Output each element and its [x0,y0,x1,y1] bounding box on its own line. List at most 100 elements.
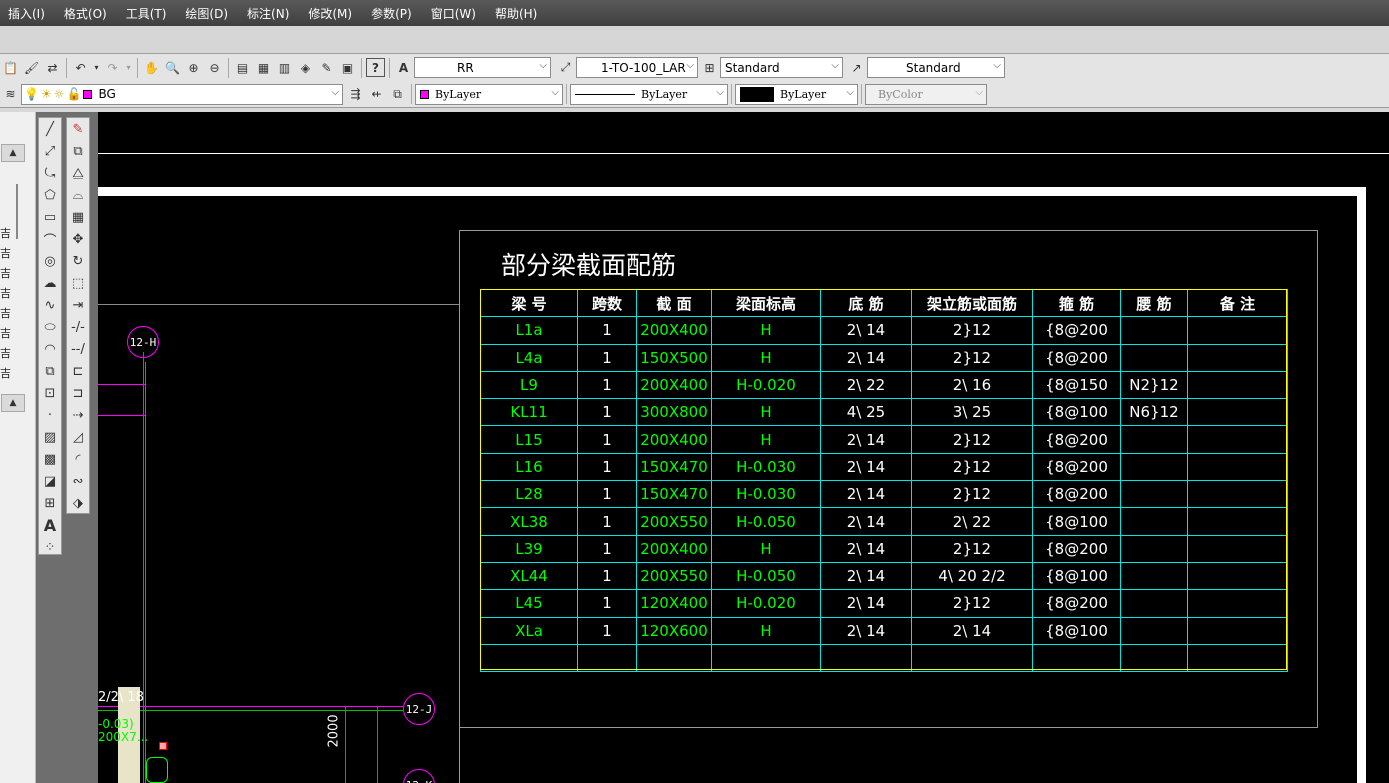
menu-parametric[interactable]: 参数(P) [363,5,423,22]
layer-previous-icon[interactable]: ⇷ [367,85,386,104]
menu-insert[interactable]: 插入(I) [0,5,56,22]
copy-icon[interactable]: ⧉ [67,140,89,162]
make-current-icon[interactable]: ⇶ [346,85,365,104]
revision-cloud-icon[interactable]: ☁ [39,272,61,294]
sheet-set-icon[interactable]: ◈ [296,58,315,77]
scale-icon[interactable]: ⬚ [67,272,89,294]
menu-draw[interactable]: 绘图(D) [177,5,239,22]
layer-manager-icon[interactable]: ≋ [1,85,20,104]
layer-state-icon[interactable]: ⧉ [388,85,407,104]
table-body: L1a 1 200X400 H 2\ 14 2}12 {8@200 L4a 1 150X500 H 2… [480,316,1288,673]
cell-remarks [1187,398,1288,427]
table-row: L16 1 150X470 H-0.030 2\ 14 2}12 {8@200 [480,452,1288,482]
ellipse-icon[interactable]: ⬭ [39,316,61,338]
plotstyle-combo[interactable]: ByColor ⌵ [865,83,987,105]
block-editor-icon[interactable]: ⇄ [43,58,62,77]
menu-modify[interactable]: 修改(M) [300,5,363,22]
offset-icon[interactable]: ⌓ [67,184,89,206]
table-icon[interactable]: ⊞ [39,492,61,514]
region-icon[interactable]: ◪ [39,470,61,492]
table-style-combo[interactable]: Standard ⌵ [720,57,843,78]
scroll-up-button[interactable]: ▲ [1,394,25,412]
cell-bottom-bar: 2\ 14 [820,452,912,482]
quickcalc-icon[interactable]: ▣ [338,58,357,77]
text-style-combo[interactable]: RR ⌵ [414,57,551,78]
markup-icon[interactable]: ✎ [317,58,336,77]
menu-tools[interactable]: 工具(T) [118,5,178,22]
break-at-point-icon[interactable]: ⊏ [67,360,89,382]
palette-label: 吉 [0,247,11,260]
hatch-icon[interactable]: ▨ [39,426,61,448]
match-properties-icon[interactable]: 🖌 [22,58,41,77]
help-icon[interactable]: ? [366,58,385,77]
properties-icon[interactable]: ▤ [233,58,252,77]
trim-icon[interactable]: -/- [67,316,89,338]
linetype-combo[interactable]: ByLayer ⌵ [570,83,728,105]
array-icon[interactable]: ▦ [67,206,89,228]
zoom-window-icon[interactable]: ⊕ [184,58,203,77]
drawing-canvas[interactable]: 部分梁截面配筋 梁 号 跨数 截 面 梁面标高 底 筋 架立筋或面筋 箍 筋 腰… [98,112,1389,783]
tool-palettes-icon[interactable]: ▥ [275,58,294,77]
stretch-icon[interactable]: ⇥ [67,294,89,316]
cell-stirrup: {8@200 [1032,343,1121,372]
multileader-style-combo[interactable]: Standard ⌵ [867,57,1005,78]
dimension-text: 2000 [326,714,342,748]
cell-spans [577,643,637,673]
table-style-icon[interactable]: ⊞ [700,58,719,77]
add-selected-icon[interactable]: ⁘ [39,536,61,558]
lineweight-combo[interactable]: ByLayer ⌵ [735,83,858,105]
undo-icon[interactable]: ↶ [71,58,90,77]
cell-stirrup: {8@200 [1032,480,1121,509]
line-icon[interactable]: ╱ [39,118,61,140]
rebar-symbol [146,757,168,783]
redo-dropdown-icon[interactable]: ▾ [124,58,133,77]
join-icon[interactable]: ⇢ [67,404,89,426]
extend-icon[interactable]: --/ [67,338,89,360]
design-center-icon[interactable]: ▦ [254,58,273,77]
separator [361,57,362,78]
move-icon[interactable]: ✥ [67,228,89,250]
menu-window[interactable]: 窗口(W) [423,5,487,22]
polyline-icon[interactable]: ⤿ [39,162,61,184]
erase-icon[interactable]: ✎ [67,118,89,140]
fillet-icon[interactable]: ◜ [67,448,89,470]
cell-top-bar: 2}12 [911,316,1033,345]
cell-section: 120X600 [636,616,712,645]
arc-icon[interactable]: ⌒ [39,228,61,250]
pan-icon[interactable]: ✋ [142,58,161,77]
spline-icon[interactable]: ∿ [39,294,61,316]
color-combo[interactable]: ByLayer ⌵ [415,83,563,105]
dim-style-icon[interactable]: ⤢ [556,58,575,77]
circle-icon[interactable]: ◎ [39,250,61,272]
blend-curves-icon[interactable]: ∾ [67,470,89,492]
zoom-previous-icon[interactable]: ⊖ [205,58,224,77]
scroll-up-button[interactable]: ▲ [1,144,25,162]
polygon-icon[interactable]: ⬠ [39,184,61,206]
construction-line-icon[interactable]: ⤢ [39,140,61,162]
text-style-icon[interactable]: A [394,58,413,77]
gradient-icon[interactable]: ▩ [39,448,61,470]
explode-icon[interactable]: ⬗ [67,492,89,514]
multileader-style-icon[interactable]: ↗ [847,58,866,77]
grip-marker[interactable] [159,742,167,750]
mirror-icon[interactable]: ⧋ [67,162,89,184]
menu-help[interactable]: 帮助(H) [487,5,548,22]
point-icon[interactable]: · [39,404,61,426]
rotate-icon[interactable]: ↻ [67,250,89,272]
redo-icon[interactable]: ↷ [103,58,122,77]
menu-format[interactable]: 格式(O) [56,5,118,22]
zoom-realtime-icon[interactable]: 🔍 [163,58,182,77]
paste-icon[interactable]: 📋 [1,58,20,77]
scrollbar-thumb[interactable] [16,184,18,239]
insert-block-icon[interactable]: ⧉ [39,360,61,382]
make-block-icon[interactable]: ⊡ [39,382,61,404]
multiline-text-icon[interactable]: A [39,514,61,536]
ellipse-arc-icon[interactable]: ◠ [39,338,61,360]
layer-combo[interactable]: 💡 ☀ ☼ 🔓 BG ⌵ [21,83,343,105]
menu-dimension[interactable]: 标注(N) [239,5,300,22]
break-icon[interactable]: ⊐ [67,382,89,404]
undo-dropdown-icon[interactable]: ▾ [92,58,101,77]
rectangle-icon[interactable]: ▭ [39,206,61,228]
chamfer-icon[interactable]: ◿ [67,426,89,448]
dim-style-combo[interactable]: 1-TO-100_LAR ⌵ [576,57,698,78]
